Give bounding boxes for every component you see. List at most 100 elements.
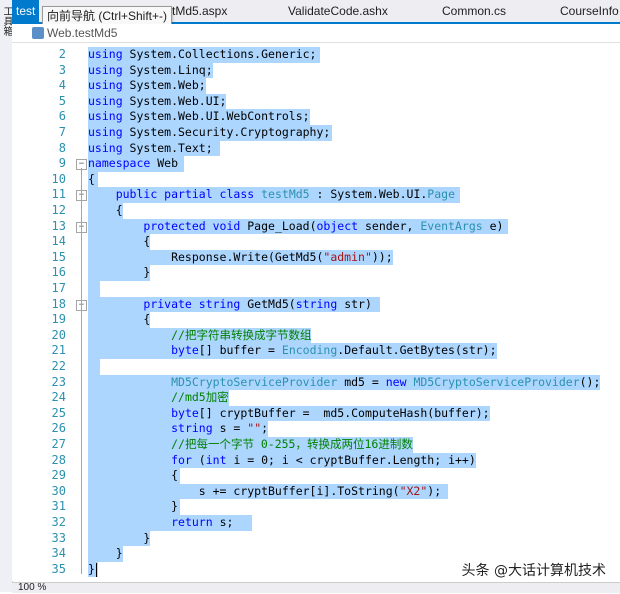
code-line: namespace Web	[88, 156, 184, 172]
selection-highlight: using System.Web;	[88, 78, 206, 94]
watermark: 头条 @大话计算机技术	[461, 563, 606, 579]
code-line: {	[88, 468, 180, 484]
code-token: s += cryptBuffer[i].ToString(	[88, 483, 400, 498]
code-line: }	[88, 499, 180, 515]
code-token: using	[88, 109, 123, 124]
code-token: using	[88, 78, 123, 93]
selection-highlight: {	[88, 312, 151, 328]
code-line: byte[] buffer = Encoding.Default.GetByte…	[88, 343, 497, 359]
line-number: 34	[51, 546, 66, 561]
code-token: : System.Web.UI.	[309, 187, 428, 202]
code-token: s =	[212, 421, 248, 436]
code-token: }	[88, 546, 123, 561]
code-token: {	[88, 234, 151, 249]
code-line: string s = "";	[88, 421, 269, 437]
code-token: Encoding	[281, 343, 338, 358]
tab-testmd5-cs[interactable]: test	[12, 0, 40, 22]
line-number: 33	[51, 530, 66, 545]
code-token: //把字符串转换成字节数组	[171, 327, 312, 342]
code-token: {	[88, 468, 179, 483]
code-line	[88, 359, 100, 375]
line-number: 6	[58, 109, 66, 124]
code-token: Page	[427, 187, 455, 202]
code-line: {	[88, 171, 98, 188]
code-token: GetMd5(	[240, 296, 296, 311]
code-token: System.Web.UI;	[122, 93, 227, 108]
selection-highlight: byte[] buffer = Encoding.Default.GetByte…	[88, 343, 497, 359]
type-combo-label: Web.testMd5	[47, 26, 118, 40]
selection-highlight: //把字符串转换成字节数组	[88, 327, 312, 344]
code-line: private string GetMd5(string str)	[88, 296, 380, 313]
code-token: (	[191, 452, 206, 467]
code-token: ;	[261, 421, 269, 436]
line-number: 19	[51, 312, 66, 327]
code-token: //md5加密	[171, 390, 229, 405]
code-token: }	[88, 265, 151, 280]
selection-highlight	[88, 359, 100, 375]
code-token: [] cryptBuffer = md5.ComputeHash(buffer)…	[198, 405, 490, 420]
selection-highlight: }	[88, 546, 123, 562]
selection-highlight: private string GetMd5(string str)	[88, 296, 380, 313]
line-number: 8	[58, 140, 66, 155]
line-number: 21	[51, 343, 66, 358]
line-number: 13	[51, 218, 66, 233]
tab-courseinfo[interactable]: CourseInfo	[560, 0, 619, 22]
code-token: using	[88, 47, 123, 61]
code-line: return s;	[88, 515, 252, 531]
tab-testmd5-aspx[interactable]: tMd5.aspx	[172, 0, 227, 22]
line-number: 16	[51, 265, 66, 280]
toolbox-label[interactable]: 工具箱	[0, 6, 12, 36]
line-number: 9	[58, 156, 66, 171]
code-token: for	[171, 452, 192, 467]
code-token: using	[88, 93, 123, 108]
code-line: }	[88, 265, 151, 281]
selection-highlight: protected void Page_Load(object sender, …	[88, 218, 508, 235]
code-token: EventArgs	[420, 218, 483, 233]
line-number: 2	[58, 47, 66, 61]
code-line: using System.Web.UI.WebControls;	[88, 109, 310, 125]
code-line: }	[88, 530, 151, 547]
code-token: "admin"	[323, 249, 372, 264]
code-line: public partial class testMd5 : System.We…	[88, 187, 460, 203]
type-navigation-combo[interactable]: Web.testMd5	[32, 25, 117, 41]
fold-guide-line	[81, 168, 82, 574]
code-token: byte	[171, 405, 199, 420]
code-line: //md5加密	[88, 390, 229, 406]
selection-highlight: //把每一个字节 0-255，转换成两位16进制数	[88, 437, 413, 453]
code-token: //把每一个字节 0-255，转换成两位16进制数	[171, 437, 413, 451]
tab-common-cs[interactable]: Common.cs	[442, 0, 506, 22]
line-number: 4	[58, 78, 66, 93]
code-token: MD5CryptoServiceProvider	[413, 374, 580, 389]
line-number: 30	[51, 483, 66, 498]
code-line: MD5CryptoServiceProvider md5 = new MD5Cr…	[88, 374, 601, 391]
editor-status-bar: 100 %	[12, 582, 620, 593]
selection-highlight	[88, 281, 100, 297]
selection-highlight: return s;	[88, 515, 252, 531]
selection-highlight: s += cryptBuffer[i].ToString("X2");	[88, 483, 448, 500]
code-token: System.Collections.Generic;	[122, 47, 317, 61]
code-token: System.Text;	[122, 140, 213, 155]
zoom-level[interactable]: 100 %	[18, 582, 46, 594]
line-number: 26	[51, 421, 66, 436]
line-number: 25	[51, 405, 66, 420]
code-token: System.Web.UI.WebControls;	[122, 109, 310, 124]
tab-validatecode-ashx[interactable]: ValidateCode.ashx	[288, 0, 388, 22]
code-token: MD5CryptoServiceProvider	[171, 374, 338, 389]
line-number: 12	[51, 203, 66, 217]
code-token: );	[427, 483, 442, 498]
selection-highlight: for (int i = 0; i < cryptBuffer.Length; …	[88, 452, 476, 469]
selection-highlight: //md5加密	[88, 390, 229, 406]
line-number: 7	[58, 125, 66, 139]
code-editor[interactable]: 2 using System.Collections.Generic; 3 using…	[12, 43, 620, 581]
code-token: namespace	[88, 156, 151, 171]
selection-highlight: {	[88, 171, 98, 188]
line-number: 22	[51, 359, 66, 373]
code-token: using	[88, 125, 123, 139]
code-token: public partial class	[115, 187, 255, 202]
line-number: 5	[58, 93, 66, 108]
